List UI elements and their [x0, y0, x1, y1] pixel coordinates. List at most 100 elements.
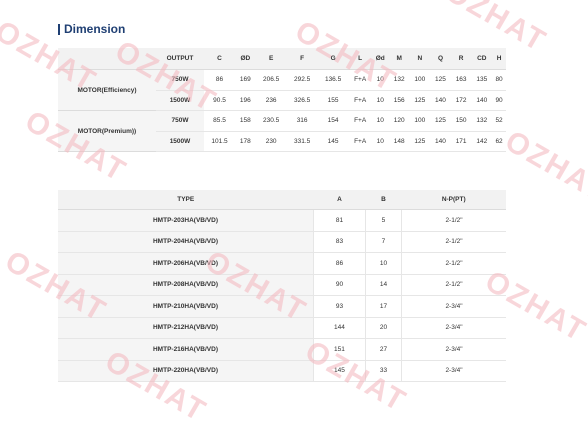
value-cell: F+A [348, 110, 372, 132]
table-row: HMTP-216HA(VB/VD) 151 27 2-3/4" [58, 338, 506, 361]
value-cell: 5 [364, 209, 402, 232]
table-row: MOTOR(Efficiency) 750W 86 169 206.5 292.5 136.… [58, 69, 506, 111]
section-heading: Dimension [58, 22, 125, 36]
value-cell: 125 [430, 69, 451, 91]
value-cell: 156 [388, 90, 410, 111]
motor-group-label: MOTOR(Premium)) [58, 110, 156, 152]
table-row: HMTP-208HA(VB/VD) 90 14 2-1/2" [58, 274, 506, 296]
value-cell: 10 [371, 69, 389, 91]
value-cell: 2-3/4" [401, 360, 506, 382]
header-cell: C [204, 48, 235, 70]
output-cell: 750W [156, 110, 204, 132]
table-row: HMTP-212HA(VB/VD) 144 20 2-3/4" [58, 317, 506, 339]
value-cell: 85.5 [204, 110, 235, 132]
value-cell: 145 [317, 131, 349, 152]
value-cell: 90 [492, 90, 506, 111]
value-cell: 2-3/4" [401, 295, 506, 318]
header-blank-cell [58, 48, 156, 70]
value-cell: 172 [450, 90, 472, 111]
value-cell: 230 [255, 131, 287, 152]
value-cell: 27 [364, 338, 402, 361]
value-cell: 33 [364, 360, 402, 382]
value-cell: 144 [313, 317, 366, 339]
value-cell: 125 [409, 131, 431, 152]
value-cell: 7 [364, 231, 402, 253]
type-cell: HMTP-216HA(VB/VD) [58, 338, 314, 361]
header-cell: E [255, 48, 287, 70]
value-cell: 132 [471, 110, 493, 132]
value-cell: 2-1/2" [401, 209, 506, 232]
value-cell: 10 [371, 131, 389, 152]
value-cell: 135 [471, 69, 493, 91]
header-cell: N-P(PT) [401, 190, 506, 210]
value-cell: 2-1/2" [401, 274, 506, 296]
value-cell: 326.5 [286, 90, 318, 111]
value-cell: 20 [364, 317, 402, 339]
value-cell: 196 [234, 90, 256, 111]
value-cell: 86 [204, 69, 235, 91]
value-cell: 140 [430, 131, 451, 152]
value-cell: 10 [371, 90, 389, 111]
header-cell: ØD [234, 48, 256, 70]
header-cell: TYPE [58, 190, 314, 210]
value-cell: 125 [430, 110, 451, 132]
value-cell: 151 [313, 338, 366, 361]
value-cell: 14 [364, 274, 402, 296]
header-cell: G [317, 48, 349, 70]
value-cell: F+A [348, 69, 372, 91]
value-cell: F+A [348, 90, 372, 111]
value-cell: 155 [317, 90, 349, 111]
value-cell: 120 [388, 110, 410, 132]
header-cell: F [286, 48, 318, 70]
value-cell: 169 [234, 69, 256, 91]
value-cell: 10 [364, 252, 402, 275]
value-cell: 62 [492, 131, 506, 152]
header-cell: A [313, 190, 366, 210]
table-row: HMTP-210HA(VB/VD) 93 17 2-3/4" [58, 295, 506, 318]
value-cell: 148 [388, 131, 410, 152]
value-cell: 150 [450, 110, 472, 132]
header-cell: B [365, 190, 402, 210]
value-cell: 93 [313, 295, 366, 318]
value-cell: 171 [450, 131, 472, 152]
value-cell: 100 [409, 69, 431, 91]
value-cell: 2-1/2" [401, 231, 506, 253]
value-cell: 292.5 [286, 69, 318, 91]
header-cell: Ød [371, 48, 389, 70]
value-cell: 158 [234, 110, 256, 132]
watermark-text: OZHAT [499, 124, 588, 209]
value-cell: 178 [234, 131, 256, 152]
table-row: HMTP-203HA(VB/VD) 81 5 2-1/2" [58, 209, 506, 232]
value-cell: 80 [492, 69, 506, 91]
motor-dimension-table: OUTPUT C ØD E F G L Ød M N Q R CD H MOTOR(Efficiency)… [58, 48, 506, 152]
type-cell: HMTP-206HA(VB/VD) [58, 252, 314, 275]
header-cell: M [388, 48, 410, 70]
type-cell: HMTP-203HA(VB/VD) [58, 209, 314, 232]
value-cell: 331.5 [286, 131, 318, 152]
value-cell: 81 [313, 209, 366, 232]
table-row: HMTP-204HA(VB/VD) 83 7 2-1/2" [58, 231, 506, 253]
value-cell: 83 [313, 231, 366, 253]
table-row: HMTP-220HA(VB/VD) 145 33 2-3/4" [58, 360, 506, 382]
value-cell: 163 [450, 69, 472, 91]
value-cell: 140 [430, 90, 451, 111]
header-cell: H [492, 48, 506, 70]
value-cell: 90 [313, 274, 366, 296]
output-cell: 750W [156, 69, 204, 91]
heading-title: Dimension [64, 22, 126, 36]
value-cell: 132 [388, 69, 410, 91]
value-cell: 230.5 [255, 110, 287, 132]
value-cell: 136.5 [317, 69, 349, 91]
type-cell: HMTP-212HA(VB/VD) [58, 317, 314, 339]
table-header-row: OUTPUT C ØD E F G L Ød M N Q R CD H [58, 48, 506, 70]
value-cell: 154 [317, 110, 349, 132]
value-cell: 2-1/2" [401, 252, 506, 275]
value-cell: 101.5 [204, 131, 235, 152]
value-cell: F+A [348, 131, 372, 152]
value-cell: 140 [471, 90, 493, 111]
table-header-row: TYPE A B N-P(PT) [58, 190, 506, 210]
value-cell: 236 [255, 90, 287, 111]
output-cell: 1500W [156, 131, 204, 152]
value-cell: 90.5 [204, 90, 235, 111]
value-cell: 17 [364, 295, 402, 318]
